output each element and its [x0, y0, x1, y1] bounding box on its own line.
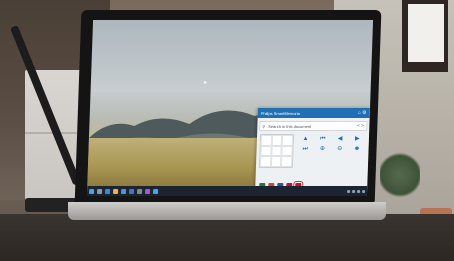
play-right-icon[interactable]: ▶ [355, 136, 360, 142]
navigation-controls: ▲ ⏮ ◀ ▶ ⏭ ⊕ ⊖ ☻ [293, 134, 366, 168]
windows-start-icon[interactable] [89, 188, 95, 194]
panel-title: Philips SmartMemoria [260, 110, 301, 116]
app-icon[interactable] [145, 188, 151, 194]
gear-icon[interactable]: ⚙ [362, 110, 367, 116]
up-arrow-icon[interactable]: ▲ [302, 136, 308, 142]
folder-icon[interactable] [113, 188, 119, 194]
system-tray[interactable] [347, 189, 366, 193]
search-placeholder: Search in this document [268, 123, 312, 129]
app-icon[interactable] [137, 188, 143, 194]
zoom-in-icon[interactable]: ⊕ [320, 146, 325, 152]
skip-back-icon[interactable]: ⏮ [320, 136, 326, 142]
zoom-out-icon[interactable]: ⊖ [337, 146, 342, 152]
play-left-icon[interactable]: ◀ [338, 136, 343, 142]
mail-icon[interactable] [129, 188, 135, 194]
search-icon[interactable] [97, 188, 103, 194]
laptop-screen: Philips SmartMemoria ⌂ ⚙ ⚲ Search in thi… [86, 20, 374, 196]
wall-frame [402, 0, 448, 72]
laptop-base [68, 202, 386, 220]
person-icon[interactable]: ☻ [354, 146, 361, 152]
next-result-button[interactable]: > [360, 123, 364, 129]
edge-icon[interactable] [105, 188, 111, 194]
keypad-grid[interactable] [258, 134, 295, 168]
skip-forward-icon[interactable]: ⏭ [302, 146, 308, 152]
app-icon[interactable] [153, 188, 159, 194]
smartmemoria-panel: Philips SmartMemoria ⌂ ⚙ ⚲ Search in thi… [254, 108, 370, 196]
table [0, 214, 454, 261]
mouse-cursor-icon: ➤ [203, 80, 208, 86]
search-input[interactable]: ⚲ Search in this document < > [259, 121, 368, 131]
panel-header: Philips SmartMemoria ⌂ ⚙ [257, 108, 370, 118]
store-icon[interactable] [121, 188, 127, 194]
taskbar [86, 186, 368, 196]
plant [380, 150, 420, 200]
